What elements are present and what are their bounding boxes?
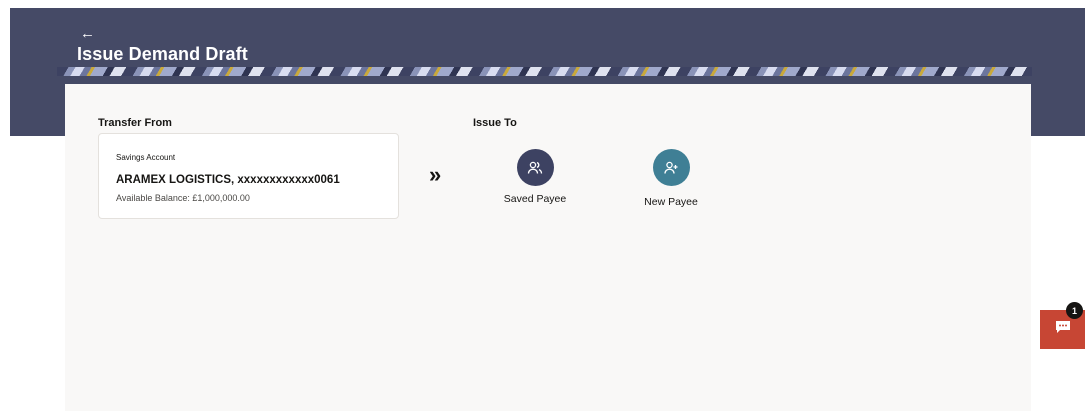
- users-icon: [516, 149, 554, 186]
- arrow-left-icon[interactable]: ←: [80, 26, 95, 42]
- source-account-card[interactable]: Savings Account ARAMEX LOGISTICS, xxxxxx…: [98, 133, 399, 219]
- account-type: Savings Account: [116, 153, 176, 162]
- saved-payee-label: Saved Payee: [503, 193, 567, 205]
- chat-icon: [1055, 320, 1071, 339]
- account-name: ARAMEX LOGISTICS, xxxxxxxxxxxx0061: [116, 174, 340, 186]
- issue-to-label: Issue To: [473, 117, 517, 129]
- new-payee-button[interactable]: New Payee: [626, 149, 716, 208]
- page-title: Issue Demand Draft: [77, 44, 248, 64]
- notification-badge: 1: [1066, 302, 1083, 319]
- add-user-icon: [652, 149, 690, 186]
- account-balance: Available Balance: £1,000,000.00: [116, 193, 250, 203]
- decorative-banner: [57, 67, 1032, 76]
- transfer-from-label: Transfer From: [98, 117, 172, 129]
- double-chevron-right-icon: »: [429, 162, 442, 187]
- main-card: Transfer From Savings Account ARAMEX LOG…: [65, 84, 1031, 411]
- saved-payee-button[interactable]: Saved Payee: [490, 149, 580, 205]
- new-payee-label: New Payee: [644, 196, 698, 208]
